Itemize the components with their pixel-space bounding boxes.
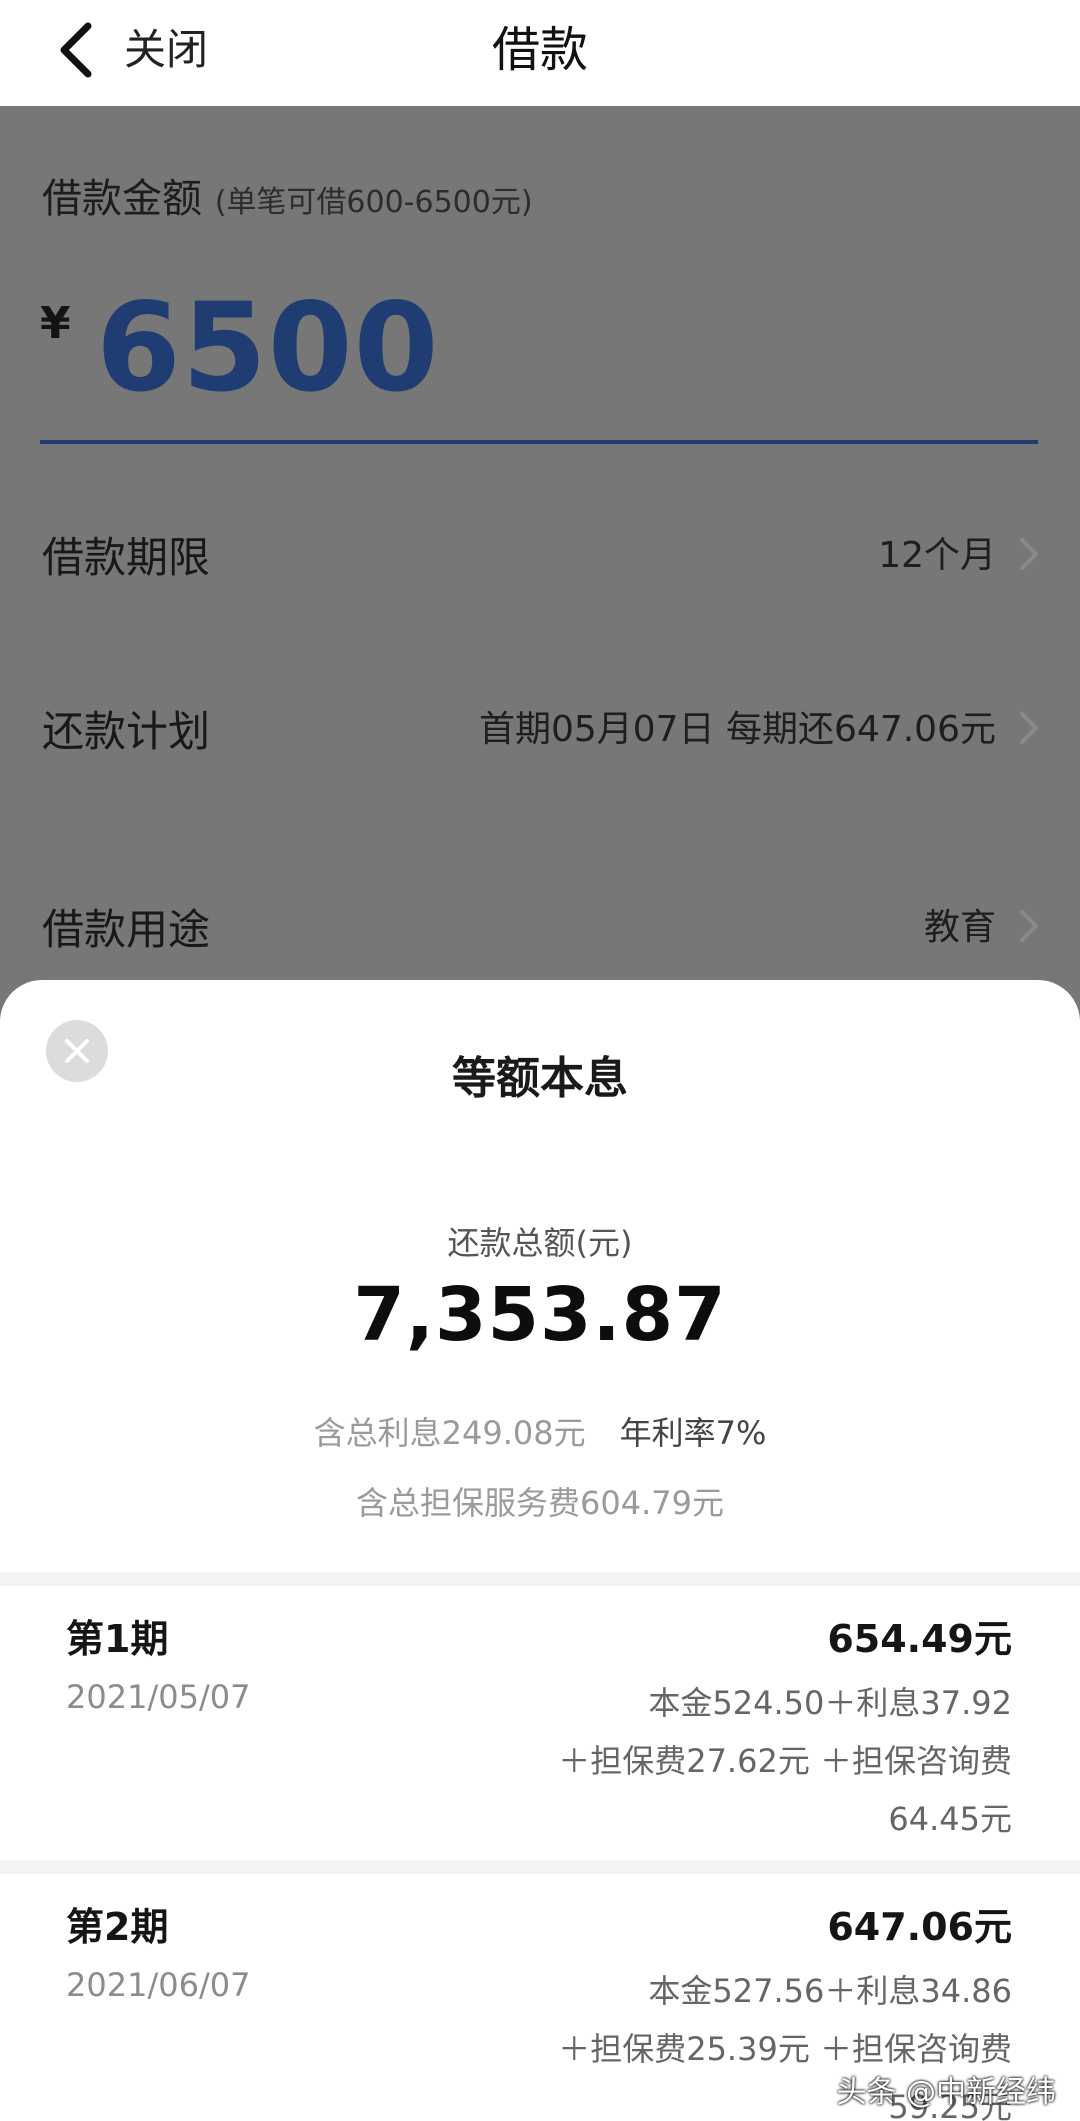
loan-purpose-row[interactable]: 借款用途 教育	[0, 876, 1080, 972]
period-detail-line: 本金524.50＋利息37.92	[648, 1684, 1012, 1722]
loan-term-value: 12个月	[878, 535, 996, 576]
amount-hint: (单笔可借600-6500元)	[214, 185, 533, 220]
period-date: 2021/05/07	[66, 1678, 251, 1716]
top-nav-bar: 关闭 借款	[0, 0, 1080, 106]
guarantee-fee-summary: 含总担保服务费604.79元	[356, 1484, 724, 1522]
repayment-plan-row[interactable]: 还款计划 首期05月07日 每期还647.06元	[0, 678, 1080, 774]
annual-rate: 年利率7%	[619, 1414, 767, 1452]
period-date: 2021/06/07	[66, 1966, 251, 2004]
loan-term-label: 借款期限	[42, 533, 211, 582]
loan-purpose-value: 教育	[923, 907, 996, 948]
repayment-plan-value: 首期05月07日 每期还647.06元	[478, 709, 996, 750]
total-repayment-label: 还款总额(元)	[447, 1224, 633, 1262]
amount-label: 借款金额 (单笔可借600-6500元)	[42, 166, 533, 224]
period-detail-line: 64.45元	[888, 1800, 1012, 1838]
section-divider	[0, 1860, 1080, 1874]
period-detail-line: 本金527.56＋利息34.86	[648, 1972, 1012, 2010]
loan-purpose-label: 借款用途	[42, 905, 211, 954]
watermark: 头条 @中新经纬	[836, 2075, 1056, 2110]
repayment-plan-label: 还款计划	[42, 707, 211, 756]
amount-input[interactable]: 6500	[96, 278, 440, 418]
currency-symbol: ¥	[40, 298, 71, 349]
period-name: 第2期	[66, 1905, 169, 1949]
loan-term-row[interactable]: 借款期限 12个月	[0, 504, 1080, 600]
period-detail-line: ＋担保费27.62元 ＋担保咨询费	[558, 1742, 1012, 1780]
amount-underline	[40, 440, 1038, 444]
period-detail-line: ＋担保费25.39元 ＋担保咨询费	[558, 2030, 1012, 2068]
period-name: 第1期	[66, 1617, 169, 1661]
page-title: 借款	[491, 22, 588, 78]
section-divider	[0, 1572, 1080, 1586]
chevron-right-icon	[1014, 708, 1044, 748]
sheet-title: 等额本息	[452, 1053, 628, 1104]
repayment-schedule-sheet: 等额本息 还款总额(元) 7,353.87 含总利息249.08元 年利率7% 含…	[0, 980, 1080, 2121]
period-amount: 647.06元	[827, 1905, 1012, 1949]
total-repayment-value: 7,353.87	[353, 1272, 727, 1358]
total-interest: 含总利息249.08元	[313, 1414, 586, 1452]
chevron-right-icon	[1014, 534, 1044, 574]
chevron-right-icon	[1014, 906, 1044, 946]
interest-summary: 含总利息249.08元 年利率7%	[0, 1408, 1080, 1454]
amount-label-text: 借款金额	[42, 176, 202, 222]
period-amount: 654.49元	[827, 1617, 1012, 1661]
